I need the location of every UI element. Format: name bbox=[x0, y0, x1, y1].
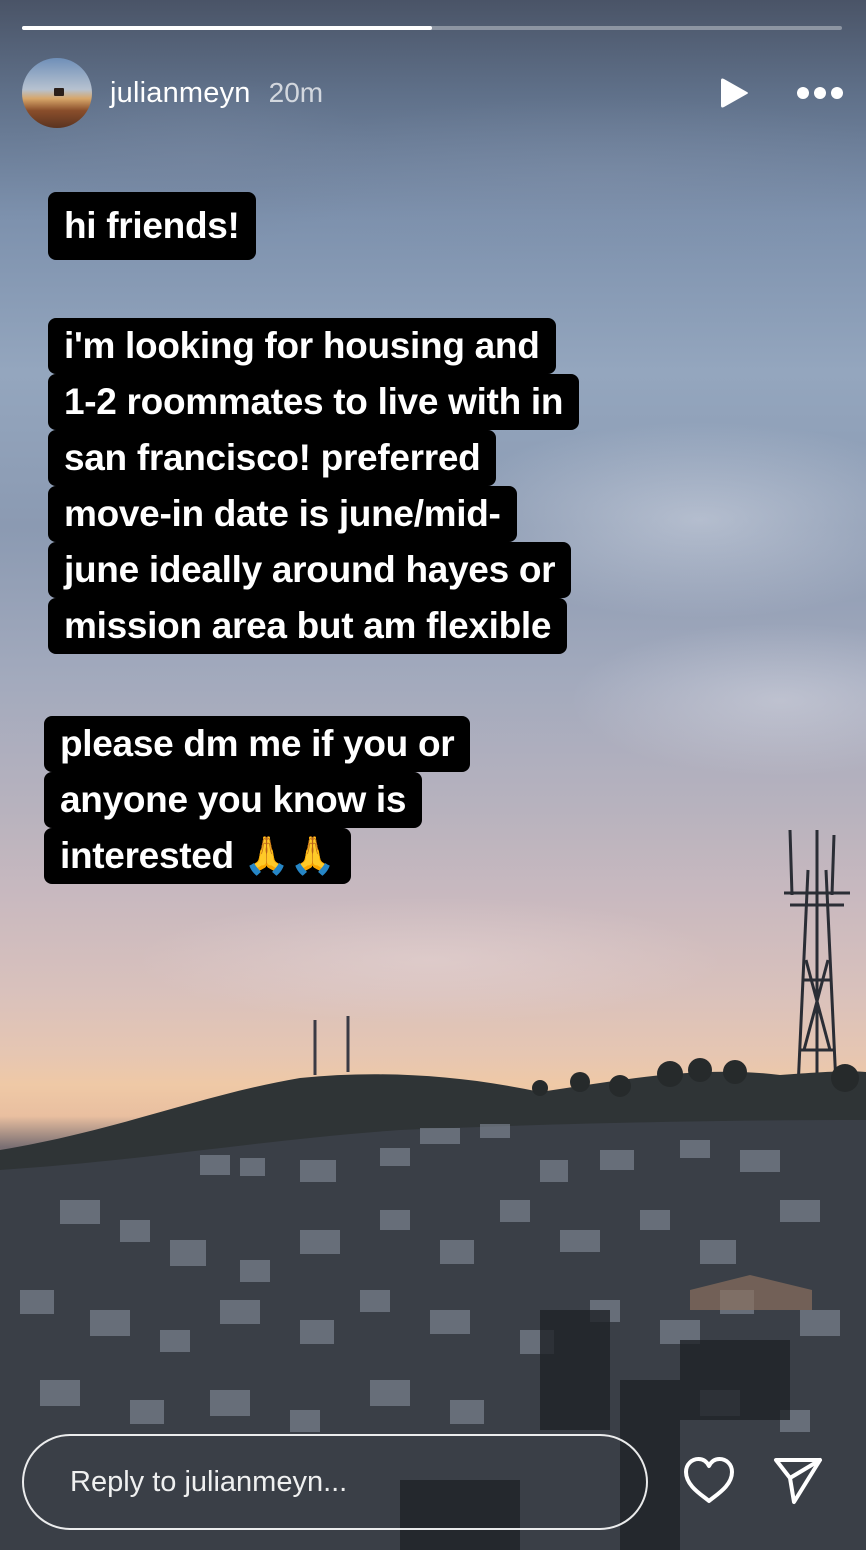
caption-line: 1-2 roommates to live with in bbox=[48, 374, 580, 430]
play-icon[interactable] bbox=[716, 75, 752, 111]
send-icon[interactable] bbox=[772, 1456, 824, 1506]
caption-line: i'm looking for housing and bbox=[48, 318, 556, 374]
caption-line: please dm me if you or bbox=[44, 716, 471, 772]
caption-line: hi friends! bbox=[64, 205, 240, 246]
username[interactable]: julianmeyn bbox=[110, 77, 251, 110]
story-viewer[interactable]: julianmeyn 20m hi friends! i'm looking f… bbox=[0, 0, 866, 1550]
timestamp: 20m bbox=[268, 77, 324, 108]
more-options-icon[interactable] bbox=[796, 86, 844, 100]
caption-line: june ideally around hayes or bbox=[48, 542, 572, 598]
tower-image bbox=[784, 829, 850, 1089]
caption-line: san francisco! preferred bbox=[48, 430, 497, 486]
caption-line: anyone you know is bbox=[44, 772, 423, 828]
story-progress-fill bbox=[22, 26, 432, 30]
heart-icon[interactable] bbox=[682, 1456, 736, 1506]
story-header: julianmeyn 20m bbox=[22, 58, 844, 128]
reply-bar[interactable] bbox=[22, 1434, 648, 1530]
reply-input[interactable] bbox=[70, 1465, 646, 1499]
story-progress-bar bbox=[22, 26, 842, 30]
caption-ask: please dm me if you or anyone you know i… bbox=[44, 716, 471, 884]
caption-greeting: hi friends! bbox=[48, 192, 256, 260]
caption-line: move-in date is june/mid- bbox=[48, 486, 517, 542]
caption-body: i'm looking for housing and 1-2 roommate… bbox=[48, 318, 580, 654]
caption-line: interested 🙏🙏 bbox=[44, 828, 352, 884]
avatar[interactable] bbox=[22, 58, 92, 128]
caption-line: mission area but am flexible bbox=[48, 598, 568, 654]
